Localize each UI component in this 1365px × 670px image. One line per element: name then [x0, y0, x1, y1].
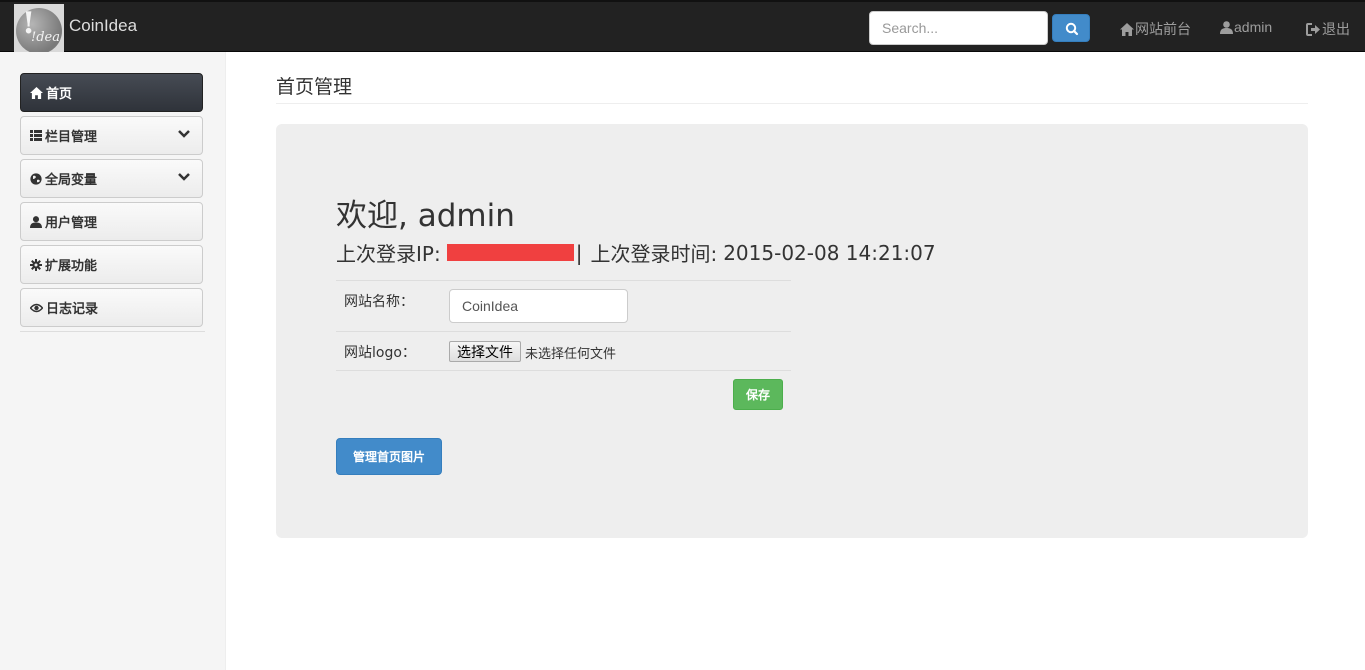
- globe-icon: [30, 172, 42, 185]
- search-button[interactable]: [1052, 14, 1090, 42]
- manage-homepage-images-button[interactable]: 管理首页图片: [336, 438, 442, 475]
- sidebar-item-extensions[interactable]: 扩展功能: [20, 245, 203, 284]
- user-icon: [1220, 20, 1233, 34]
- sidebar-item-label: 全局变量: [45, 173, 98, 188]
- nav-link-frontend-label: 网站前台: [1135, 21, 1191, 37]
- nav-link-logout[interactable]: 退出: [1306, 19, 1350, 39]
- eye-icon: [30, 303, 43, 312]
- site-logo-label: 网站logo：: [344, 345, 416, 361]
- last-login-info: 上次登录IP: | 上次登录时间: 2015-02-08 14:21:07: [336, 238, 936, 267]
- separator: |: [575, 240, 583, 265]
- page-title: 首页管理: [276, 76, 353, 98]
- sidebar-item-label: 首页: [46, 87, 73, 102]
- list-icon: [30, 130, 42, 141]
- logo-text: !dea: [31, 30, 60, 45]
- save-button[interactable]: 保存: [733, 379, 783, 410]
- sidebar-divider: [20, 331, 205, 332]
- table-divider: [336, 280, 791, 281]
- sidebar-item-label: 用户管理: [45, 216, 98, 231]
- brand-name[interactable]: CoinIdea: [69, 16, 137, 36]
- nav-link-frontend[interactable]: 网站前台: [1120, 19, 1191, 39]
- nav-link-logout-label: 退出: [1322, 21, 1350, 37]
- user-icon: [30, 215, 42, 228]
- site-name-input[interactable]: [449, 289, 628, 323]
- search-input[interactable]: [869, 11, 1048, 45]
- welcome-heading: 欢迎, admin: [336, 198, 515, 234]
- site-name-label: 网站名称：: [344, 294, 414, 310]
- sidebar-item-logs[interactable]: 日志记录: [20, 288, 203, 327]
- window-edge: [1359, 52, 1365, 670]
- sidebar-item-users[interactable]: 用户管理: [20, 202, 203, 241]
- sidebar-item-globals[interactable]: 全局变量: [20, 159, 203, 198]
- file-status: 未选择任何文件: [525, 347, 617, 362]
- sidebar-item-label: 栏目管理: [45, 130, 98, 145]
- nav-link-user-label: admin: [1234, 19, 1273, 35]
- gear-icon: [30, 258, 42, 271]
- brand-logo[interactable]: ! !dea: [14, 4, 64, 52]
- sidebar-item-label: 扩展功能: [45, 259, 98, 274]
- nav-link-user[interactable]: admin: [1220, 19, 1272, 35]
- table-divider: [336, 331, 791, 332]
- logout-icon: [1306, 22, 1320, 36]
- top-navbar: ! !dea CoinIdea 网站前台 admin 退出: [0, 0, 1365, 52]
- chevron-down-icon: [178, 173, 190, 181]
- chevron-down-icon: [178, 130, 190, 138]
- last-ip-label: 上次登录IP:: [336, 242, 441, 266]
- title-divider: [276, 103, 1308, 104]
- home-icon: [1120, 22, 1134, 36]
- redacted-ip: [446, 244, 574, 261]
- home-icon: [30, 86, 43, 99]
- sidebar-item-home[interactable]: 首页: [20, 73, 203, 112]
- choose-file-button[interactable]: 选择文件: [449, 341, 521, 362]
- sidebar-item-columns[interactable]: 栏目管理: [20, 116, 203, 155]
- last-time-value: 2015-02-08 14:21:07: [723, 240, 936, 265]
- search-icon: [1065, 22, 1079, 36]
- last-time-label: 上次登录时间:: [590, 242, 718, 266]
- sidebar-item-label: 日志记录: [46, 302, 99, 317]
- table-divider: [336, 370, 791, 371]
